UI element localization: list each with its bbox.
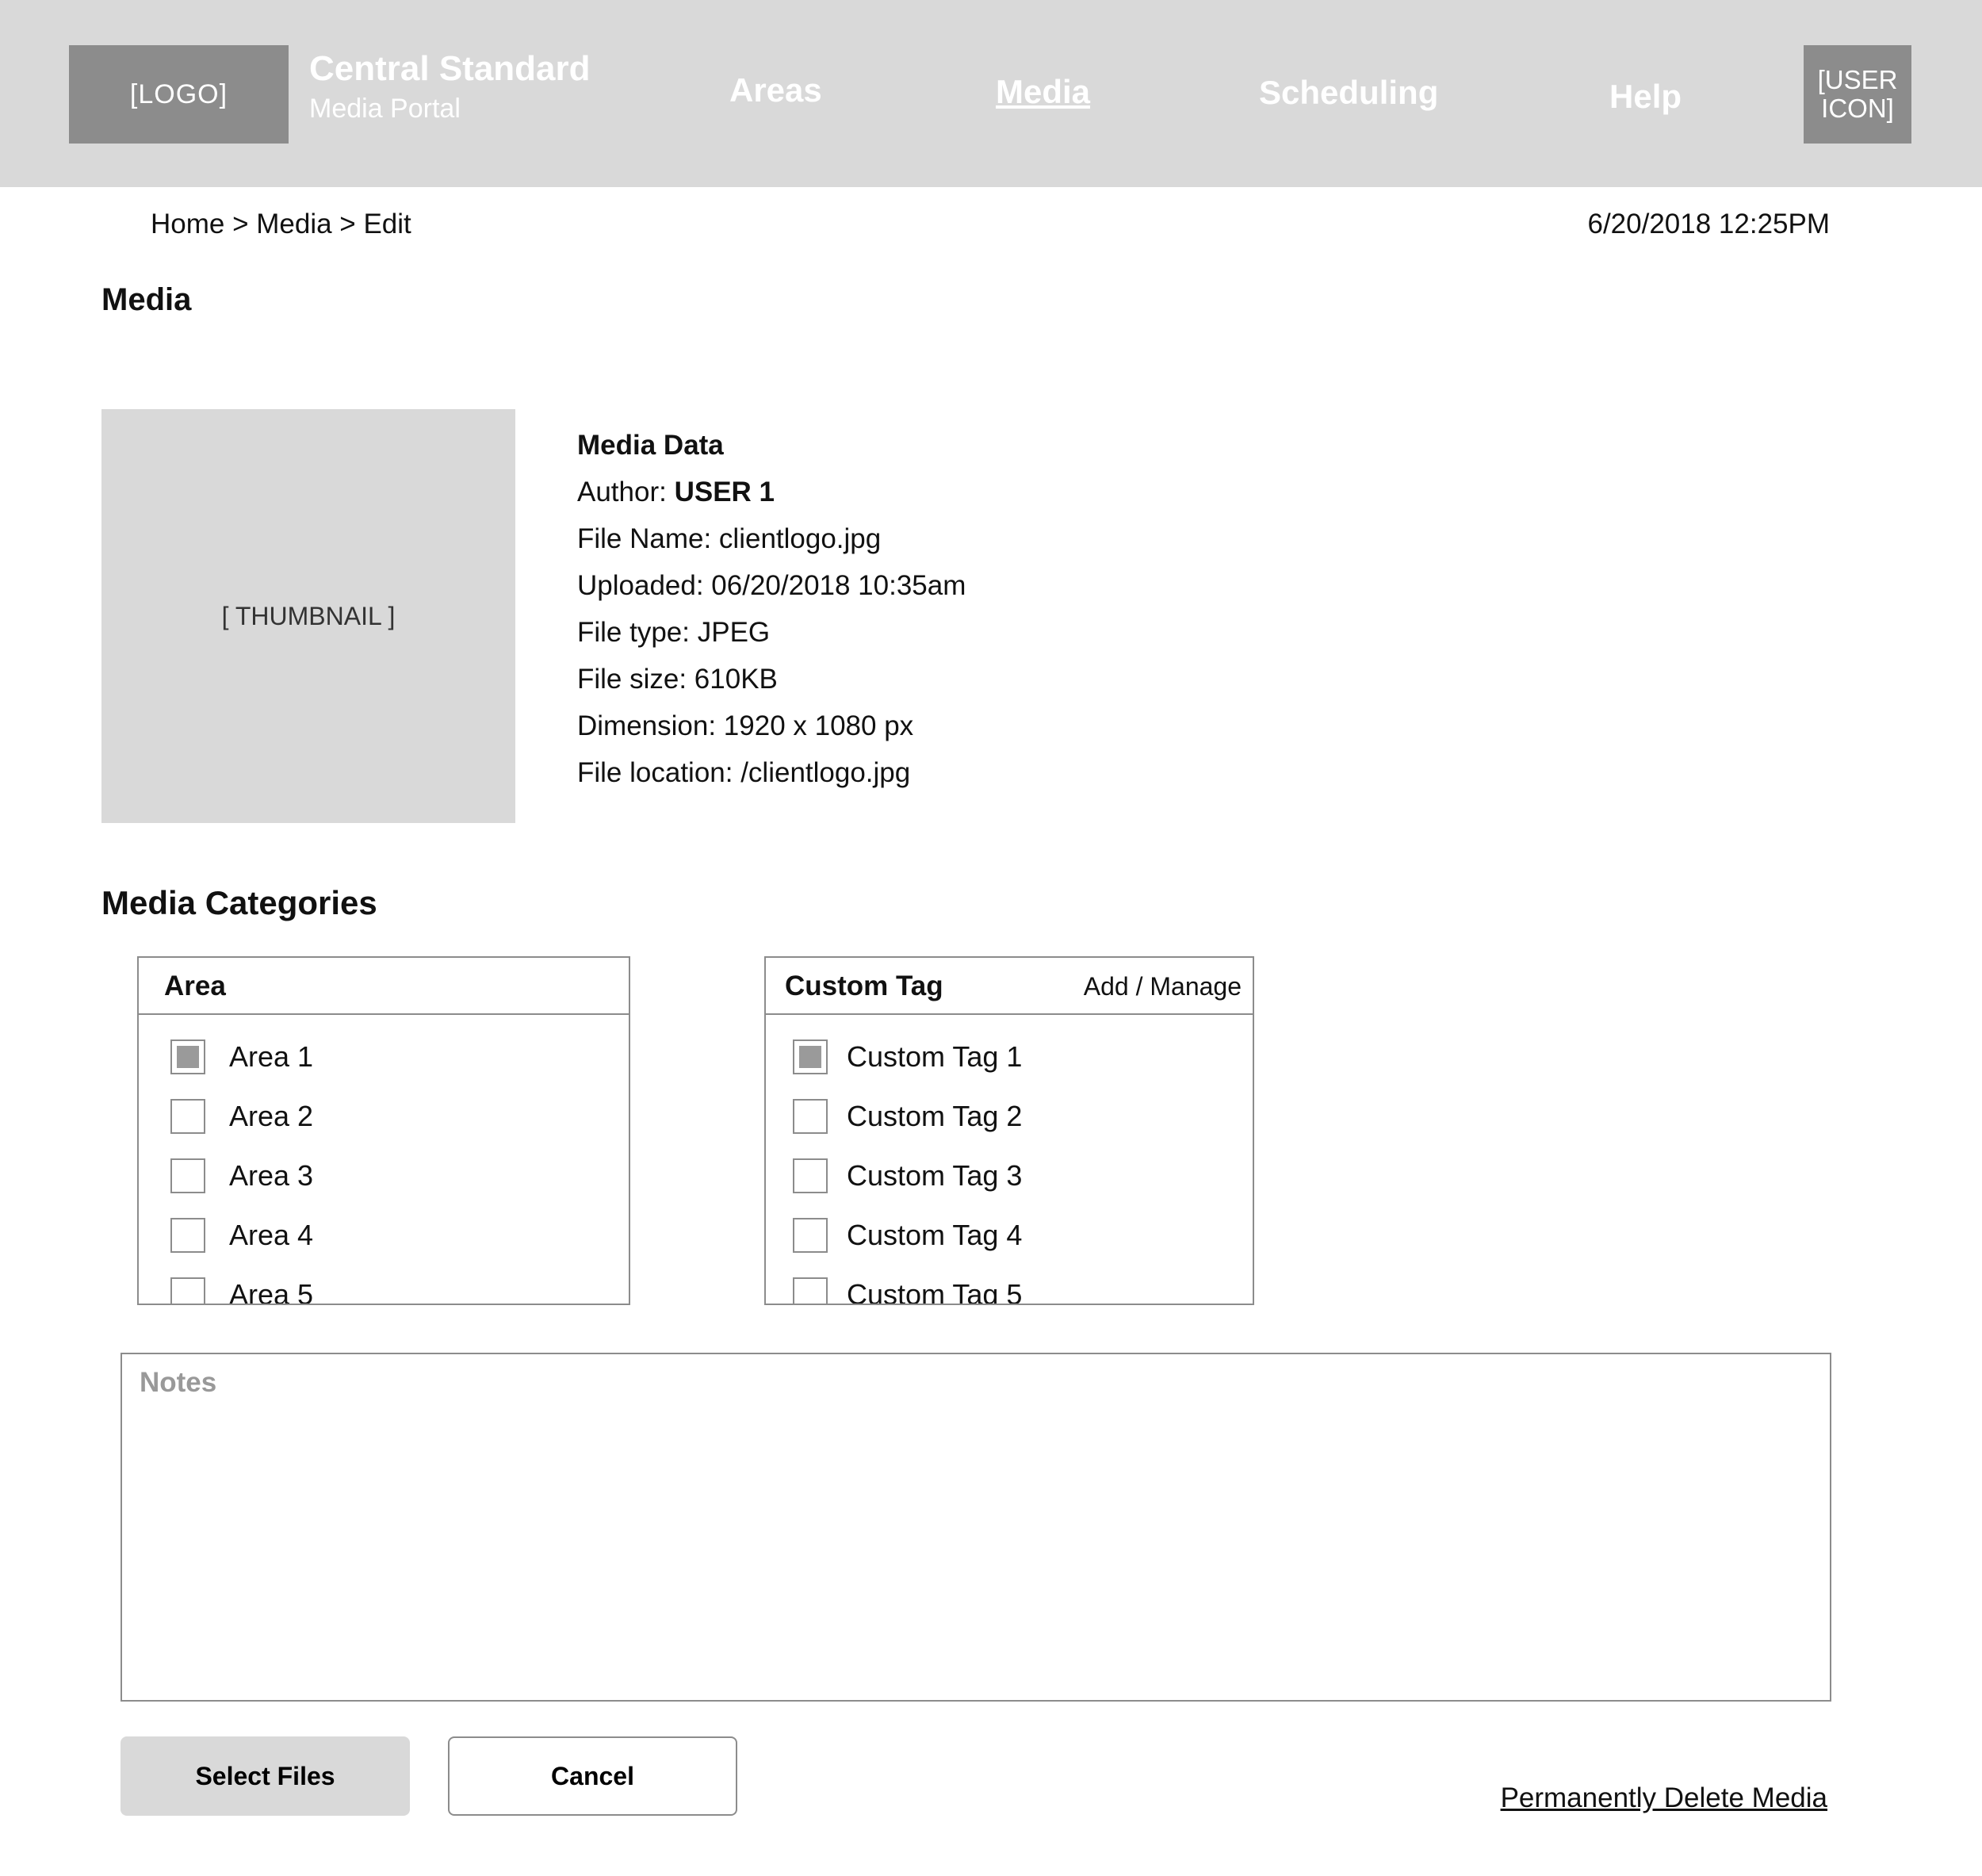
user-icon-label: [USER ICON]	[1818, 66, 1898, 123]
custom-tag-category-box[interactable]: Custom Tag Add / Manage Custom Tag 1 Cus…	[764, 956, 1254, 1305]
media-file-size: File size: 610KB	[577, 664, 778, 695]
media-data-panel: Media Data Author: USER 1 File Name: cli…	[577, 422, 966, 796]
area-item-5[interactable]: Area 5	[170, 1277, 314, 1305]
media-author: Author: USER 1	[577, 469, 966, 515]
area-item-label: Area 1	[229, 1040, 314, 1073]
area-item-label: Area 3	[229, 1159, 314, 1192]
checkbox[interactable]	[170, 1218, 205, 1253]
custom-tag-item-label: Custom Tag 2	[847, 1100, 1023, 1132]
custom-tag-item-2[interactable]: Custom Tag 2	[793, 1098, 1022, 1135]
nav-item-help[interactable]: Help	[1609, 78, 1682, 116]
select-files-button[interactable]: Select Files	[121, 1736, 410, 1816]
current-timestamp: 6/20/2018 12:25PM	[1587, 209, 1830, 239]
area-item-1[interactable]: Area 1	[170, 1039, 313, 1075]
nav-item-areas[interactable]: Areas	[729, 71, 822, 109]
brand-title: Central Standard	[309, 49, 591, 88]
custom-tag-box-title: Custom Tag	[785, 971, 943, 1001]
media-thumbnail: [ THUMBNAIL ]	[101, 409, 515, 823]
media-file-type: File type: JPEG	[577, 617, 771, 648]
user-icon[interactable]: [USER ICON]	[1804, 45, 1911, 144]
notes-textarea[interactable]	[121, 1353, 1831, 1702]
top-header: [LOGO] Central Standard Media Portal Are…	[0, 0, 1982, 187]
nav-item-media[interactable]: Media	[996, 73, 1090, 111]
add-manage-tags-link[interactable]: Add / Manage	[1084, 972, 1242, 1001]
custom-tag-item-5[interactable]: Custom Tag 5	[793, 1277, 1023, 1305]
area-item-2[interactable]: Area 2	[170, 1098, 313, 1135]
custom-tag-item-label: Custom Tag 4	[847, 1219, 1023, 1251]
custom-tag-item-label: Custom Tag 1	[847, 1040, 1023, 1073]
area-item-4[interactable]: Area 4	[170, 1217, 313, 1254]
area-item-label: Area 5	[229, 1278, 314, 1305]
user-icon-line-2: ICON]	[1821, 94, 1894, 123]
author-value: USER 1	[674, 477, 775, 507]
area-box-header: Area	[139, 958, 629, 1015]
checkbox[interactable]	[170, 1158, 205, 1193]
area-category-box[interactable]: Area Area 1 Area 2 Area 3 Area 4 Area 5	[137, 956, 630, 1305]
media-uploaded: Uploaded: 06/20/2018 10:35am	[577, 570, 966, 601]
cancel-button[interactable]: Cancel	[448, 1736, 737, 1816]
breadcrumb[interactable]: Home > Media > Edit	[151, 209, 411, 240]
checkbox[interactable]	[793, 1218, 828, 1253]
checkbox[interactable]	[793, 1099, 828, 1134]
area-box-title: Area	[164, 971, 226, 1001]
media-file-location: File location: /clientlogo.jpg	[577, 757, 911, 788]
checkbox[interactable]	[793, 1277, 828, 1304]
nav-item-scheduling[interactable]: Scheduling	[1259, 74, 1438, 112]
brand-subtitle: Media Portal	[309, 94, 461, 124]
checkbox[interactable]	[793, 1039, 828, 1074]
custom-tag-item-3[interactable]: Custom Tag 3	[793, 1158, 1022, 1194]
custom-tag-item-1[interactable]: Custom Tag 1	[793, 1039, 1022, 1075]
area-item-3[interactable]: Area 3	[170, 1158, 313, 1194]
checkbox[interactable]	[170, 1099, 205, 1134]
checkbox[interactable]	[793, 1158, 828, 1193]
area-item-label: Area 4	[229, 1219, 314, 1251]
permanently-delete-media-link[interactable]: Permanently Delete Media	[1501, 1782, 1827, 1814]
media-data-title: Media Data	[577, 430, 724, 461]
checkbox[interactable]	[170, 1039, 205, 1074]
author-label: Author:	[577, 477, 675, 507]
media-categories-title: Media Categories	[101, 884, 377, 921]
checkbox[interactable]	[170, 1277, 205, 1304]
media-dimension: Dimension: 1920 x 1080 px	[577, 710, 914, 741]
custom-tag-item-label: Custom Tag 5	[847, 1278, 1023, 1305]
media-file-name: File Name: clientlogo.jpg	[577, 523, 882, 554]
thumbnail-label: [ THUMBNAIL ]	[221, 601, 396, 630]
user-icon-line-1: [USER	[1817, 65, 1898, 94]
custom-tag-item-label: Custom Tag 3	[847, 1159, 1023, 1192]
custom-tag-box-header: Custom Tag Add / Manage	[766, 958, 1253, 1015]
custom-tag-item-4[interactable]: Custom Tag 4	[793, 1217, 1022, 1254]
page-title: Media	[101, 282, 192, 317]
area-item-label: Area 2	[229, 1100, 314, 1132]
logo[interactable]: [LOGO]	[69, 45, 289, 144]
